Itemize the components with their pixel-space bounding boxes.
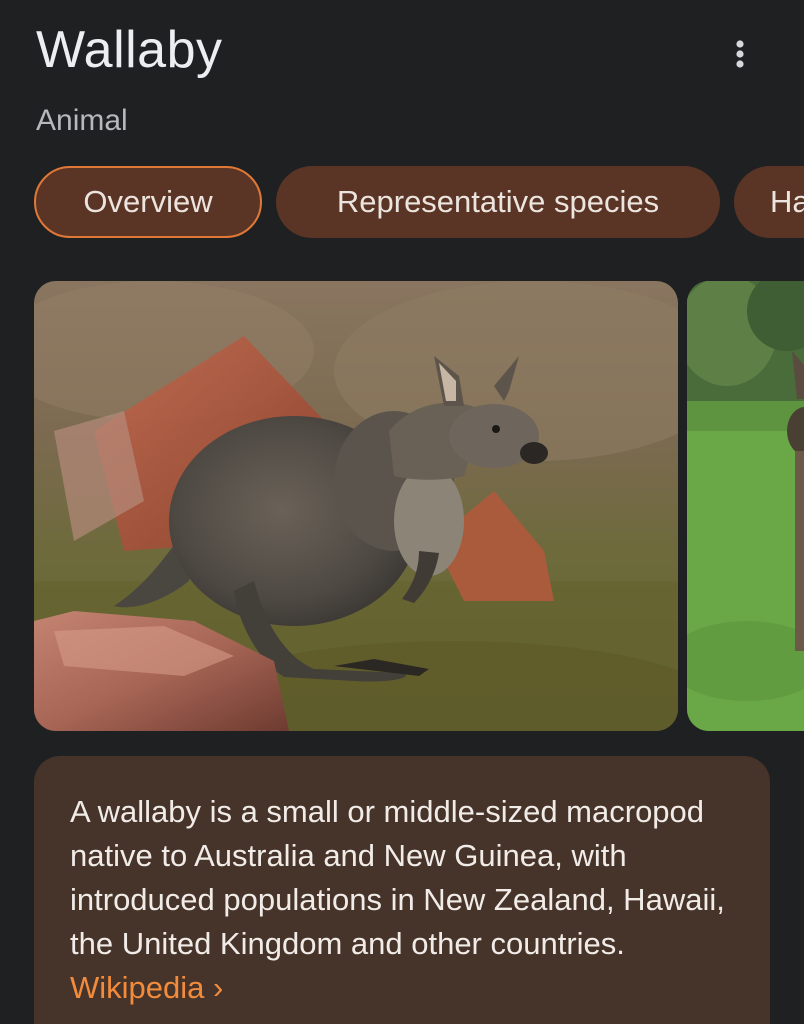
tab-label: Ha <box>770 184 804 219</box>
tab-label: Representative species <box>336 184 660 219</box>
tab-label: Overview <box>83 184 213 219</box>
description-card: A wallaby is a small or middle-sized mac… <box>34 756 770 1024</box>
wikipedia-source-link[interactable]: Wikipedia › <box>70 970 223 1005</box>
wikipedia-link-label: Wikipedia <box>70 970 205 1005</box>
more-options-button[interactable] <box>718 32 762 76</box>
more-vert-icon <box>736 40 744 68</box>
tab-overview[interactable]: Overview <box>34 166 262 238</box>
description-text-block: A wallaby is a small or middle-sized mac… <box>70 790 734 1010</box>
wallaby-photo[interactable] <box>34 281 678 731</box>
wallaby-photo-graphic <box>34 281 678 731</box>
description-text: A wallaby is a small or middle-sized mac… <box>70 794 725 961</box>
wallaby-photo-2-graphic <box>687 281 804 731</box>
tab-partial[interactable]: Ha <box>734 166 804 238</box>
tab-bar: Overview Representative species Ha <box>34 166 804 240</box>
tab-representative-species[interactable]: Representative species <box>276 166 720 238</box>
chevron-right-icon: › <box>213 970 224 1005</box>
entity-type-subtitle: Animal <box>36 104 128 137</box>
knowledge-panel: Wallaby Animal Overview Representative s… <box>0 0 804 1024</box>
page-title: Wallaby <box>36 21 223 79</box>
wallaby-photo-2[interactable] <box>687 281 804 731</box>
